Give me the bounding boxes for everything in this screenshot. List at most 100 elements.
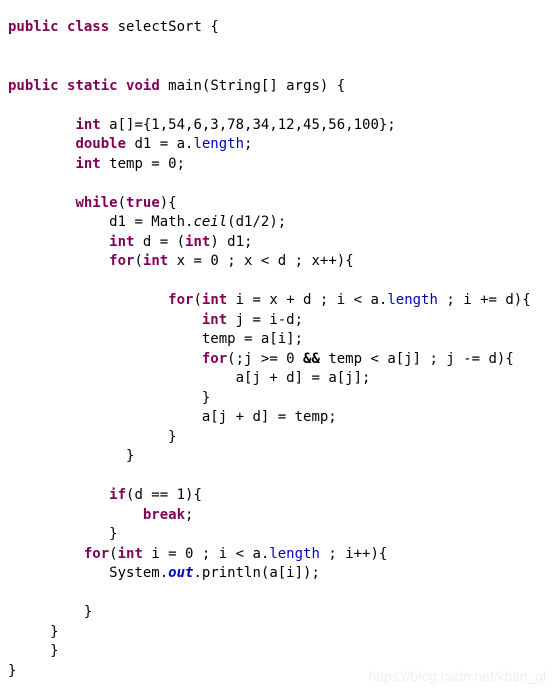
code-token: out [168,565,194,581]
code-token: ( [109,545,118,562]
code-line: break; [8,506,531,526]
watermark-text: https://blog.csdn.net/kbsn_gl [368,668,546,684]
code-token: int [201,311,228,328]
code-token: break [142,506,186,523]
code-token: ; i++){ [319,545,388,562]
code-line: a[j + d] = temp; [8,408,531,428]
code-line: for(int x = 0 ; x < d ; x++){ [8,252,531,272]
code-token: for [109,253,135,269]
code-line: for(int i = 0 ; i < a.length ; i++){ [8,545,531,565]
code-token: double [75,136,127,152]
code-line: while(true){ [8,194,531,214]
code-token: length [269,545,320,562]
code-token: ceil [193,214,228,230]
code-token: ( [193,292,202,308]
code-token: class [67,19,110,35]
code-token: void [126,77,160,94]
code-token: ) d1; [210,233,253,250]
code-line: } [8,525,531,545]
code-token: } [50,643,59,659]
code-token: length [193,136,245,152]
code-token: temp < a[j] ; j -= d){ [319,350,514,367]
code-token: static [67,77,118,94]
code-token: a[j + d] = a[j]; [235,370,371,386]
code-token: j = i-d; [227,311,304,328]
code-line: } [8,428,531,448]
code-line: } [8,642,531,662]
code-token: ; i += d){ [437,292,531,308]
code-token: d1 = a. [126,136,194,152]
code-token: length [387,292,438,308]
code-line: double d1 = a.length; [8,135,531,155]
code-token: } [201,389,211,406]
code-line: for(;j >= 0 && temp < a[j] ; j -= d){ [8,350,531,370]
code-token: int [142,253,169,269]
code-token: public [8,77,59,94]
code-token: (;j >= 0 [227,350,304,367]
code-token: selectSort { [109,19,219,35]
code-token: if [109,487,127,503]
code-line: public class selectSort { [8,18,531,38]
code-line: if(d == 1){ [8,486,531,506]
code-editor-surface: public class selectSort { public static … [0,0,554,690]
code-token: for [83,545,110,562]
code-token: x = 0 ; x < d ; x++){ [168,253,354,269]
code-token: for [201,350,228,367]
code-token: main(String[] args) { [159,77,346,94]
code-token: for [168,292,194,308]
code-line: int temp = 0; [8,155,531,175]
code-line: } [8,623,531,643]
code-line: int a[]={1,54,6,3,78,34,12,45,56,100}; [8,116,531,136]
code-token: int [201,292,228,308]
code-line: public static void main(String[] args) { [8,77,531,97]
code-token: ; [185,506,194,523]
code-token: } [8,662,17,679]
code-line: } [8,447,531,467]
code-token: d = ( [134,233,186,250]
code-line: } [8,603,531,623]
code-token: true [126,194,160,211]
code-token: i = x + d ; i < a. [227,292,388,308]
code-token: System. [109,565,169,581]
code-token: } [83,604,93,620]
code-token: ){ [159,194,177,211]
code-token: a[]={1,54,6,3,78,34,12,45,56,100}; [100,116,396,133]
code-token: i = 0 ; i < a. [142,545,270,562]
code-token: public [8,19,59,35]
code-token: temp = a[i]; [201,331,304,347]
code-token: } [168,428,177,445]
code-token: (d == 1){ [126,487,202,503]
code-token: ; [244,136,253,152]
code-line: int j = i-d; [8,311,531,331]
code-token: (d1/2); [227,214,287,230]
code-line: System.out.println(a[i]); [8,564,531,584]
code-line: temp = a[i]; [8,330,531,350]
code-token: int [185,233,211,250]
code-token: int [117,545,143,562]
code-token: ( [117,194,127,211]
code-token: int [75,155,101,172]
code-token: .println(a[i]); [193,565,320,581]
code-line: a[j + d] = a[j]; [8,369,531,389]
source-code-block[interactable]: public class selectSort { public static … [8,18,531,681]
code-line: } [8,389,531,409]
code-token: temp = 0; [100,155,186,172]
code-token: && [303,350,320,367]
code-token: } [109,526,118,542]
code-token: } [126,448,135,464]
code-token: } [50,623,59,640]
code-token: int [109,233,135,250]
code-token: int [75,116,101,133]
code-line: d1 = Math.ceil(d1/2); [8,213,531,233]
code-token: while [75,194,118,211]
code-line: int d = (int) d1; [8,233,531,253]
